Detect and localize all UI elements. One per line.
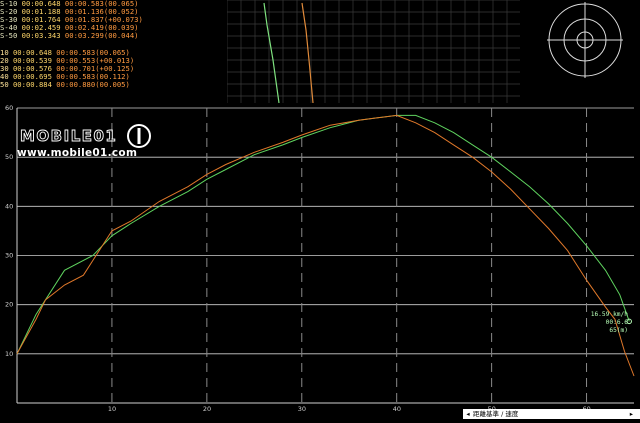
y-tick-label: 20 bbox=[5, 301, 13, 309]
scroll-right-arrow-icon[interactable]: ▸ bbox=[626, 409, 636, 419]
logo-wordmark: MOBILE01 bbox=[20, 127, 117, 145]
x-tick-label: 40 bbox=[393, 405, 401, 413]
split-diff: (00.005) bbox=[95, 79, 130, 89]
timing-panel: S-10 00:00.648 00:00.583(00.065) S-20 00:… bbox=[0, 0, 623, 103]
y-tick-label: 30 bbox=[5, 252, 13, 260]
x-tick-label: 30 bbox=[298, 405, 306, 413]
readout-distance: 65(m) bbox=[609, 327, 628, 334]
split-t2: 00:00.880 bbox=[56, 79, 96, 89]
readout-speed: 16.59 km/h bbox=[590, 311, 628, 318]
x-tick-label: 20 bbox=[203, 405, 211, 413]
mini-trace-orange bbox=[301, 2, 314, 103]
status-bar: ◂ 距離基準 / 速度 ▸ bbox=[463, 409, 640, 419]
split-times-table: S-10 00:00.648 00:00.583(00.065) S-20 00:… bbox=[0, 0, 143, 89]
split-t1: 00:00.884 bbox=[12, 79, 57, 89]
split-t2: 00:03.299 bbox=[64, 31, 104, 41]
y-tick-label: 60 bbox=[5, 105, 13, 112]
split-t1: 00:03.343 bbox=[21, 31, 65, 41]
y-tick-label: 40 bbox=[5, 202, 13, 210]
y-tick-label: 50 bbox=[5, 153, 13, 161]
split-diff: (00.044) bbox=[103, 31, 139, 41]
mini-trace-plot bbox=[227, 0, 520, 103]
split-row: 50 00:00.884 00:00.880(00.005) bbox=[0, 79, 143, 89]
gps-compass bbox=[547, 2, 623, 78]
cursor-readout: 16.59 km/h 00:6.6 65(m) bbox=[586, 311, 628, 335]
readout-time: 00:6.6 bbox=[605, 319, 628, 326]
y-tick-label: 10 bbox=[5, 350, 13, 358]
mini-trace-green bbox=[263, 2, 280, 103]
split-row: S-50 00:03.343 00:03.299(00.044) bbox=[0, 32, 143, 40]
mode-label[interactable]: 距離基準 / 速度 bbox=[473, 410, 518, 418]
x-tick-label: 10 bbox=[108, 405, 116, 413]
split-label: 50 bbox=[0, 79, 13, 89]
scroll-left-arrow-icon[interactable]: ◂ bbox=[463, 409, 473, 419]
logo-url[interactable]: www.mobile01.com bbox=[17, 147, 137, 159]
